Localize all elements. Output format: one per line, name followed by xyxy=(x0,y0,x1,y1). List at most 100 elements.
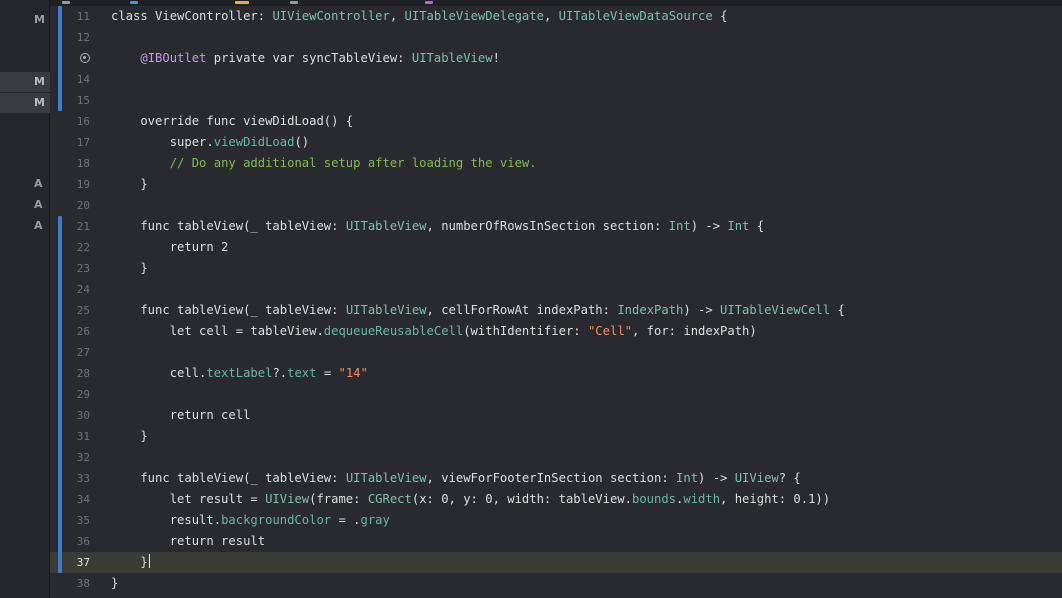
code-token: } xyxy=(111,429,148,443)
change-indicator-bar[interactable] xyxy=(58,6,62,111)
code-text: } xyxy=(111,573,118,594)
code-text: } xyxy=(111,174,147,195)
code-token: UITableView xyxy=(345,471,427,485)
code-text: return 2 xyxy=(111,237,229,258)
scm-status-badge: M xyxy=(0,93,50,113)
line-number[interactable]: 38 xyxy=(50,573,90,594)
code-token: func tableView(_ tableView: xyxy=(111,303,346,317)
code-editor[interactable]: 11 class ViewController: UIViewController… xyxy=(50,0,1062,598)
code-line[interactable]: 20 xyxy=(50,195,1062,216)
line-number[interactable]: 32 xyxy=(50,447,90,468)
code-line[interactable]: 35 result.backgroundColor = .gray xyxy=(50,510,1062,531)
line-number[interactable]: 22 xyxy=(50,237,90,258)
code-line[interactable]: 34 let result = UIView(frame: CGRect(x: … xyxy=(50,489,1062,510)
code-line[interactable]: 16 override func viewDidLoad() { xyxy=(50,111,1062,132)
line-number[interactable]: 18 xyxy=(50,153,90,174)
line-number[interactable]: 33 xyxy=(50,468,90,489)
code-token: (x: 0, y: 0, width: tableView. xyxy=(411,492,632,506)
code-line[interactable]: 21 func tableView(_ tableView: UITableVi… xyxy=(50,216,1062,237)
line-number[interactable]: 21 xyxy=(50,216,90,237)
code-token: IndexPath xyxy=(617,303,684,317)
code-line[interactable]: 36 return result xyxy=(50,531,1062,552)
code-token: UIView xyxy=(734,471,779,485)
line-number[interactable]: 23 xyxy=(50,258,90,279)
code-token: gray xyxy=(360,513,390,527)
line-number[interactable]: 31 xyxy=(50,426,90,447)
code-line[interactable]: 37 } xyxy=(50,552,1062,573)
code-line[interactable]: 32 xyxy=(50,447,1062,468)
code-line[interactable]: 24 xyxy=(50,279,1062,300)
line-number[interactable]: 12 xyxy=(50,27,90,48)
code-text: cell.textLabel?.text = "14" xyxy=(111,363,368,384)
code-line[interactable]: 30 return cell xyxy=(50,405,1062,426)
line-number[interactable]: 25 xyxy=(50,300,90,321)
code-line[interactable]: 31 } xyxy=(50,426,1062,447)
code-token: CGRect xyxy=(367,492,412,506)
line-number[interactable]: 14 xyxy=(50,69,90,90)
code-line[interactable]: 11 class ViewController: UIViewController… xyxy=(50,6,1062,27)
code-token: override func viewDidLoad() { xyxy=(111,114,354,128)
code-token: { xyxy=(712,9,728,23)
code-line[interactable]: 15 xyxy=(50,90,1062,111)
code-token: ! xyxy=(492,51,500,65)
code-token: cell. xyxy=(111,366,207,380)
code-line[interactable]: 25 func tableView(_ tableView: UITableVi… xyxy=(50,300,1062,321)
code-token: textLabel xyxy=(206,366,273,380)
code-line[interactable]: 23 } xyxy=(50,258,1062,279)
code-token: viewDidLoad xyxy=(213,135,295,149)
code-line[interactable]: 33 func tableView(_ tableView: UITableVi… xyxy=(50,468,1062,489)
code-line[interactable]: 18 // Do any additional setup after load… xyxy=(50,153,1062,174)
line-number[interactable]: 28 xyxy=(50,363,90,384)
code-text: return cell xyxy=(111,405,251,426)
code-line[interactable]: 12 xyxy=(50,27,1062,48)
line-number[interactable]: 27 xyxy=(50,342,90,363)
code-token: ViewController: xyxy=(155,9,273,23)
code-token: } xyxy=(111,576,119,590)
line-number[interactable]: 17 xyxy=(50,132,90,153)
code-token: } xyxy=(111,261,148,275)
line-number[interactable]: 35 xyxy=(50,510,90,531)
code-line[interactable]: 38} xyxy=(50,573,1062,594)
code-line[interactable]: 22 return 2 xyxy=(50,237,1062,258)
code-line[interactable]: 26 let cell = tableView.dequeueReusableC… xyxy=(50,321,1062,342)
code-token: , xyxy=(389,9,405,23)
scm-status-badge: A xyxy=(34,198,43,211)
code-line[interactable]: 27 xyxy=(50,342,1062,363)
code-line[interactable]: 19 } xyxy=(50,174,1062,195)
code-line[interactable]: 28 cell.textLabel?.text = "14" xyxy=(50,363,1062,384)
line-number[interactable]: 20 xyxy=(50,195,90,216)
code-text: result.backgroundColor = .gray xyxy=(111,510,390,531)
code-line[interactable]: 14 xyxy=(50,69,1062,90)
line-number[interactable]: 24 xyxy=(50,279,90,300)
code-text: let result = UIView(frame: CGRect(x: 0, … xyxy=(111,489,830,510)
line-number[interactable]: 36 xyxy=(50,531,90,552)
line-number[interactable]: 37 xyxy=(50,552,90,573)
code-line[interactable]: 29 xyxy=(50,384,1062,405)
change-indicator-bar[interactable] xyxy=(58,216,62,573)
outlet-connection-icon[interactable] xyxy=(80,53,90,63)
code-token: = . xyxy=(331,513,361,527)
code-text: } xyxy=(111,258,148,279)
code-token: @IBOutlet xyxy=(140,51,207,65)
line-number[interactable]: 19 xyxy=(50,174,90,195)
line-number[interactable]: 16 xyxy=(50,111,90,132)
code-token: { xyxy=(830,303,845,317)
code-token: UITableViewCell xyxy=(720,303,831,317)
code-token: let result = xyxy=(111,492,266,506)
line-number[interactable]: 11 xyxy=(50,6,90,27)
code-token: dequeueReusableCell xyxy=(323,324,464,338)
line-number[interactable]: 30 xyxy=(50,405,90,426)
line-number[interactable]: 26 xyxy=(50,321,90,342)
code-token: UITableView xyxy=(345,219,427,233)
code-line[interactable]: 17 super.viewDidLoad() xyxy=(50,132,1062,153)
line-number[interactable]: 15 xyxy=(50,90,90,111)
code-token: (withIdentifier: xyxy=(463,324,588,338)
code-token: UITableView xyxy=(345,303,427,317)
code-line[interactable]: @IBOutlet private var syncTableView: UIT… xyxy=(50,48,1062,69)
line-number[interactable]: 29 xyxy=(50,384,90,405)
code-token: super. xyxy=(111,135,214,149)
code-token: Int xyxy=(727,219,750,233)
code-token: ) -> xyxy=(690,219,728,233)
line-number[interactable]: 34 xyxy=(50,489,90,510)
code-token: (frame: xyxy=(309,492,368,506)
